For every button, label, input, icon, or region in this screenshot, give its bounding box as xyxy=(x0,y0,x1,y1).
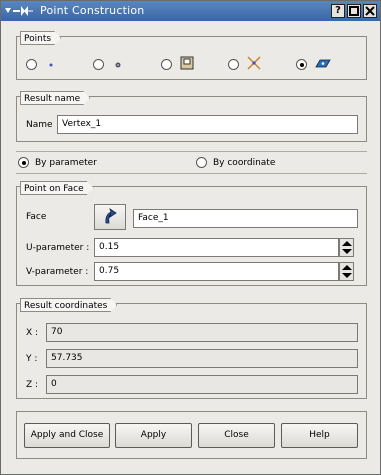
z-coordinate-field: 0 xyxy=(46,375,358,394)
radio-by-parameter[interactable] xyxy=(18,157,29,168)
maximize-button[interactable] xyxy=(347,4,361,18)
radio-point-intersection[interactable] xyxy=(228,59,239,70)
v-parameter-label: V-parameter : xyxy=(26,267,89,277)
apply-button[interactable]: Apply xyxy=(115,423,192,448)
help-title-button[interactable]: ? xyxy=(331,4,345,18)
name-label: Name xyxy=(26,120,53,130)
maximize-icon xyxy=(349,6,359,16)
point-construction-window: Point Construction ? Points Result name … xyxy=(0,0,381,475)
close-button[interactable]: Close xyxy=(198,423,275,448)
z-label: Z : xyxy=(26,380,39,390)
result-coordinates-group: Result coordinates X : 70 Y : 57.735 Z :… xyxy=(16,303,367,399)
spin-up-icon[interactable] xyxy=(342,241,352,246)
radio-by-coordinate[interactable] xyxy=(196,157,207,168)
name-field[interactable]: Vertex_1 xyxy=(57,115,358,134)
face-label: Face xyxy=(26,212,47,222)
result-coordinates-title: Result coordinates xyxy=(20,298,117,312)
close-window-button[interactable] xyxy=(363,4,377,18)
points-group-title: Points xyxy=(20,31,61,45)
radio-point-xyz[interactable] xyxy=(26,59,37,70)
point-xyz-icon xyxy=(49,63,53,67)
points-group: Points xyxy=(16,36,367,80)
y-coordinate-field: 57.735 xyxy=(46,349,358,368)
point-on-face-title: Point on Face xyxy=(20,181,94,195)
by-coordinate-label: By coordinate xyxy=(213,158,276,168)
window-menu-icon[interactable] xyxy=(4,3,34,19)
radio-point-on-edge[interactable] xyxy=(161,59,172,70)
apply-and-close-button[interactable]: Apply and Close xyxy=(24,423,110,448)
u-parameter-spinner[interactable] xyxy=(339,238,354,257)
point-on-face-group: Point on Face Face Face_1 U-parameter : … xyxy=(16,186,367,286)
y-label: Y : xyxy=(26,354,38,364)
spin-down-icon[interactable] xyxy=(342,273,352,278)
by-parameter-label: By parameter xyxy=(35,158,97,168)
close-icon xyxy=(365,6,375,16)
mode-separator-top xyxy=(16,151,367,152)
select-arrow-icon xyxy=(105,208,117,224)
face-field[interactable]: Face_1 xyxy=(133,209,358,228)
title-bar[interactable]: Point Construction ? xyxy=(1,1,380,21)
point-reference-icon xyxy=(115,62,121,68)
spin-up-icon[interactable] xyxy=(342,265,352,270)
u-parameter-label: U-parameter : xyxy=(26,243,90,253)
x-coordinate-field: 70 xyxy=(46,323,358,342)
point-on-face-icon xyxy=(315,59,331,68)
x-label: X : xyxy=(26,328,39,338)
radio-point-reference[interactable] xyxy=(93,59,104,70)
select-face-button[interactable] xyxy=(94,204,126,230)
spin-down-icon[interactable] xyxy=(342,249,352,254)
point-on-edge-icon xyxy=(180,56,194,70)
v-parameter-spinner[interactable] xyxy=(339,262,354,281)
u-parameter-input[interactable]: 0.15 xyxy=(94,238,339,257)
point-intersection-icon xyxy=(247,56,261,70)
v-parameter-input[interactable]: 0.75 xyxy=(94,262,339,281)
help-button[interactable]: Help xyxy=(281,423,358,448)
window-title: Point Construction xyxy=(40,4,145,17)
result-name-group: Result name Name Vertex_1 xyxy=(16,96,367,142)
radio-point-on-face[interactable] xyxy=(296,59,307,70)
mode-separator-bottom xyxy=(16,173,367,174)
result-name-title: Result name xyxy=(20,91,90,105)
